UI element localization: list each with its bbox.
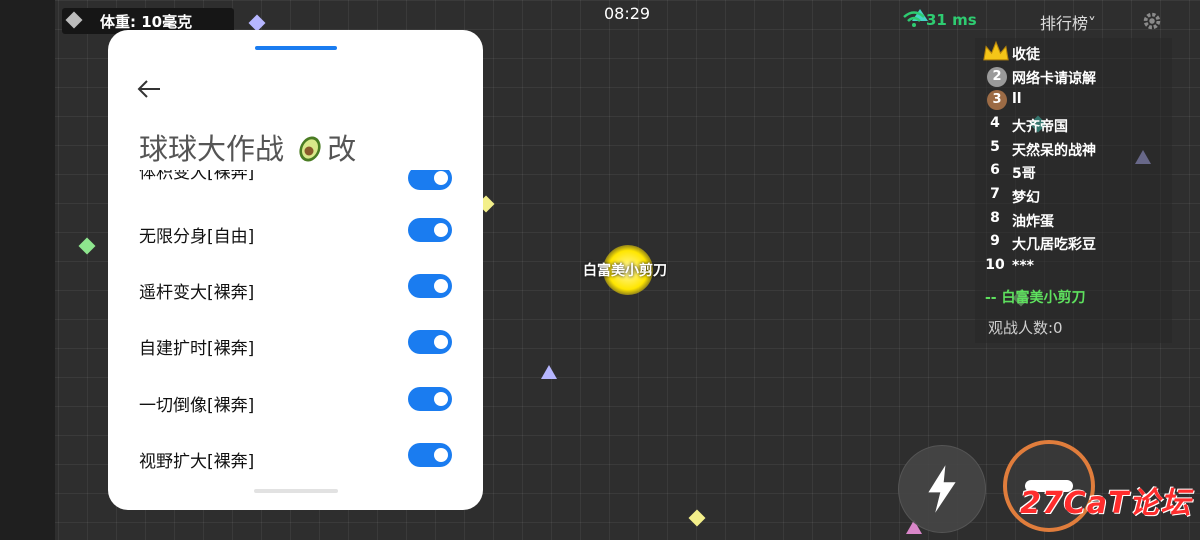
option-label: 体积变大[裸奔] (139, 170, 255, 183)
option-toggle[interactable] (408, 170, 452, 190)
leaderboard-rank: 5 (990, 139, 1000, 155)
toggle-knob (434, 335, 448, 349)
option-row[interactable]: 一切倒像[裸奔] (139, 387, 459, 417)
option-row[interactable]: 自建扩时[裸奔] (139, 330, 459, 360)
food-diamond (248, 14, 266, 32)
menu-title: 球球大作战 改 (139, 126, 356, 168)
food-triangle (541, 365, 557, 379)
leaderboard-name: 油炸蛋 (1012, 214, 1054, 230)
option-toggle[interactable] (408, 387, 452, 411)
option-row[interactable]: 遥杆变大[裸奔] (139, 274, 459, 304)
toggle-knob (434, 223, 448, 237)
option-toggle[interactable] (408, 218, 452, 242)
food-diamond (78, 237, 96, 255)
option-row[interactable]: 视野扩大[裸奔] (139, 443, 459, 473)
toggle-knob (434, 171, 448, 185)
leaderboard-self-entry: -- 白富美小剪刀 (985, 290, 1086, 306)
leaderboard-name: 网络卡请谅解 (1012, 71, 1096, 87)
leaderboard-rank: 10 (985, 257, 1005, 273)
drag-handle[interactable] (255, 46, 337, 50)
menu-title-text: 球球大作战 (139, 132, 294, 166)
leaderboard-name: 梦幻 (1012, 190, 1040, 206)
menu-title-suffix: 改 (327, 132, 357, 166)
leaderboard-name: *** (1012, 258, 1034, 274)
leaderboard-rank: 4 (990, 115, 1000, 131)
option-label: 遥杆变大[裸奔] (139, 283, 255, 303)
watermark: 27CaT论坛 (1020, 486, 1192, 521)
option-label: 无限分身[自由] (139, 227, 255, 247)
silver-medal-icon: 2 (987, 67, 1007, 87)
crown-icon (983, 40, 1009, 61)
option-label: 视野扩大[裸奔] (139, 452, 255, 472)
options-list[interactable]: 体积变大[裸奔] 无限分身[自由] 遥杆变大[裸奔] 自建扩时[裸奔] 一切倒像… (108, 170, 483, 480)
leaderboard-toggle[interactable]: 排行榜˅ (1040, 10, 1096, 34)
bottom-handle (254, 489, 338, 493)
option-label: 一切倒像[裸奔] (139, 396, 255, 416)
avocado-icon (299, 136, 321, 162)
player-name: 白富美小剪刀 (583, 263, 667, 279)
option-toggle[interactable] (408, 330, 452, 354)
back-arrow-icon[interactable] (136, 78, 162, 100)
option-label: 自建扩时[裸奔] (139, 339, 255, 359)
ping-value: 31 ms (926, 11, 977, 29)
leaderboard-name: 大几居吃彩豆 (1012, 237, 1096, 253)
leaderboard-name: 收徒 (1012, 47, 1040, 63)
mod-menu-dialog: 球球大作战 改 体积变大[裸奔] 无限分身[自由] 遥杆变大[裸奔] 自建扩时[… (108, 30, 483, 510)
leaderboard-name: 天然呆的战神 (1012, 143, 1096, 159)
bronze-medal-icon: 3 (987, 90, 1007, 110)
spectator-count: 观战人数:0 (988, 319, 1063, 337)
option-toggle[interactable] (408, 274, 452, 298)
left-edge-strip (0, 0, 55, 540)
gear-icon[interactable] (1141, 10, 1163, 32)
food-diamond (688, 509, 706, 527)
option-row[interactable]: 无限分身[自由] (139, 218, 459, 248)
toggle-knob (434, 448, 448, 462)
leaderboard-rank: 8 (990, 210, 1000, 226)
option-row[interactable]: 体积变大[裸奔] (139, 170, 459, 190)
leaderboard-name: ll (1012, 91, 1022, 107)
leaderboard-name: 5哥 (1012, 166, 1036, 182)
leaderboard-rank: 6 (990, 162, 1000, 178)
leaderboard-name: 大齐帝国 (1012, 119, 1068, 135)
wifi-icon (903, 11, 925, 27)
split-button[interactable] (898, 445, 986, 533)
clock: 08:29 (604, 4, 651, 23)
toggle-knob (434, 392, 448, 406)
toggle-knob (434, 279, 448, 293)
leaderboard-rank: 9 (990, 233, 1000, 249)
option-toggle[interactable] (408, 443, 452, 467)
leaderboard-rank: 7 (990, 186, 1000, 202)
lightning-icon (928, 465, 956, 513)
weight-label: 体重: 10毫克 (100, 13, 193, 31)
